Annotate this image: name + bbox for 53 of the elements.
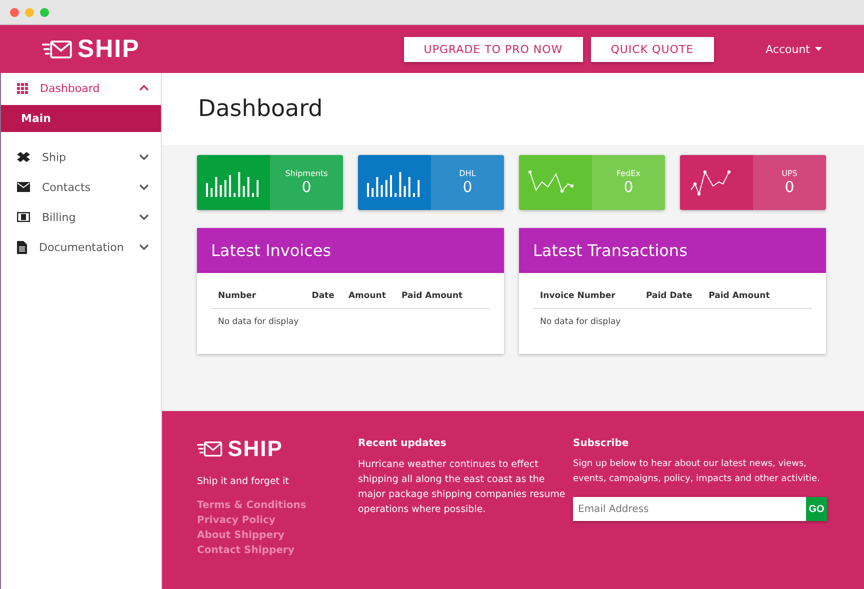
sidebar-item[interactable]: Contacts	[1, 172, 161, 202]
stat-value: 0	[302, 178, 312, 196]
chevron-down-icon	[139, 214, 149, 220]
envelope-icon	[17, 182, 30, 192]
page-title: Dashboard	[198, 96, 323, 122]
envelope-icon	[197, 441, 223, 457]
stat-value: 0	[624, 178, 634, 196]
sidebar-item[interactable]: Dashboard	[1, 73, 161, 103]
section-heading: Recent updates	[358, 438, 448, 449]
empty-message: No data for display	[217, 316, 300, 329]
close-dot[interactable]	[10, 8, 19, 16]
stat-value: 0	[784, 178, 794, 196]
bill-icon	[17, 212, 30, 222]
column-header: Paid Amount	[708, 291, 771, 301]
envelope-icon	[42, 40, 72, 58]
email-field[interactable]: Email Address	[573, 497, 806, 521]
chevron-down-icon	[139, 184, 149, 190]
column-header: Number	[218, 291, 258, 301]
empty-message: No data for display	[539, 316, 622, 329]
column-header: Date	[312, 291, 336, 301]
updates-text: Hurricane weather continues to effect shipping all along the east coast as the major package shipping companies resume operations where possible.	[358, 458, 566, 517]
sidebar-item[interactable]: Documentation	[1, 232, 161, 262]
caret-icon	[815, 47, 822, 51]
sidebar-item[interactable]: Billing	[1, 202, 161, 232]
stat-label: UPS	[782, 169, 798, 178]
subscribe-text: Sign up below to hear about our latest news, views, events, campaigns, policy, impacts and other activitie.	[573, 458, 821, 486]
sidebar-item[interactable]: Ship	[1, 142, 161, 172]
stat-label: Shipments	[285, 169, 328, 178]
header-button[interactable]: QUICK QUOTE	[590, 36, 714, 62]
stat-label: FedEx	[616, 169, 640, 178]
document-icon	[17, 240, 27, 254]
card-title: Latest Transactions	[519, 228, 826, 273]
header-button[interactable]: UPGRADE TO PRO NOW	[404, 36, 583, 62]
maximize-dot[interactable]	[40, 8, 49, 16]
stat-value: 0	[462, 178, 472, 196]
stat-label: DHL	[459, 169, 476, 178]
footer-logo-text: SHIP	[228, 436, 283, 462]
minimize-dot[interactable]	[25, 8, 34, 16]
grid-icon	[17, 82, 28, 94]
card-title: Latest Invoices	[197, 228, 504, 273]
column-header: Paid Date	[646, 291, 694, 301]
column-header: Paid Amount	[401, 291, 464, 301]
chevron-down-icon	[139, 154, 149, 160]
logo-text: SHIP	[77, 34, 140, 64]
column-header: Invoice Number	[540, 291, 616, 301]
tagline: Ship it and forget it	[197, 475, 290, 489]
chevron-down-icon	[139, 244, 149, 250]
sidebar-subitem[interactable]: Main	[1, 105, 161, 132]
column-header: Amount	[348, 291, 387, 301]
account-menu[interactable]: Account	[760, 42, 828, 56]
go-button[interactable]: GO	[806, 497, 827, 521]
chevron-up-icon	[139, 85, 149, 91]
section-heading: Subscribe	[573, 438, 630, 449]
